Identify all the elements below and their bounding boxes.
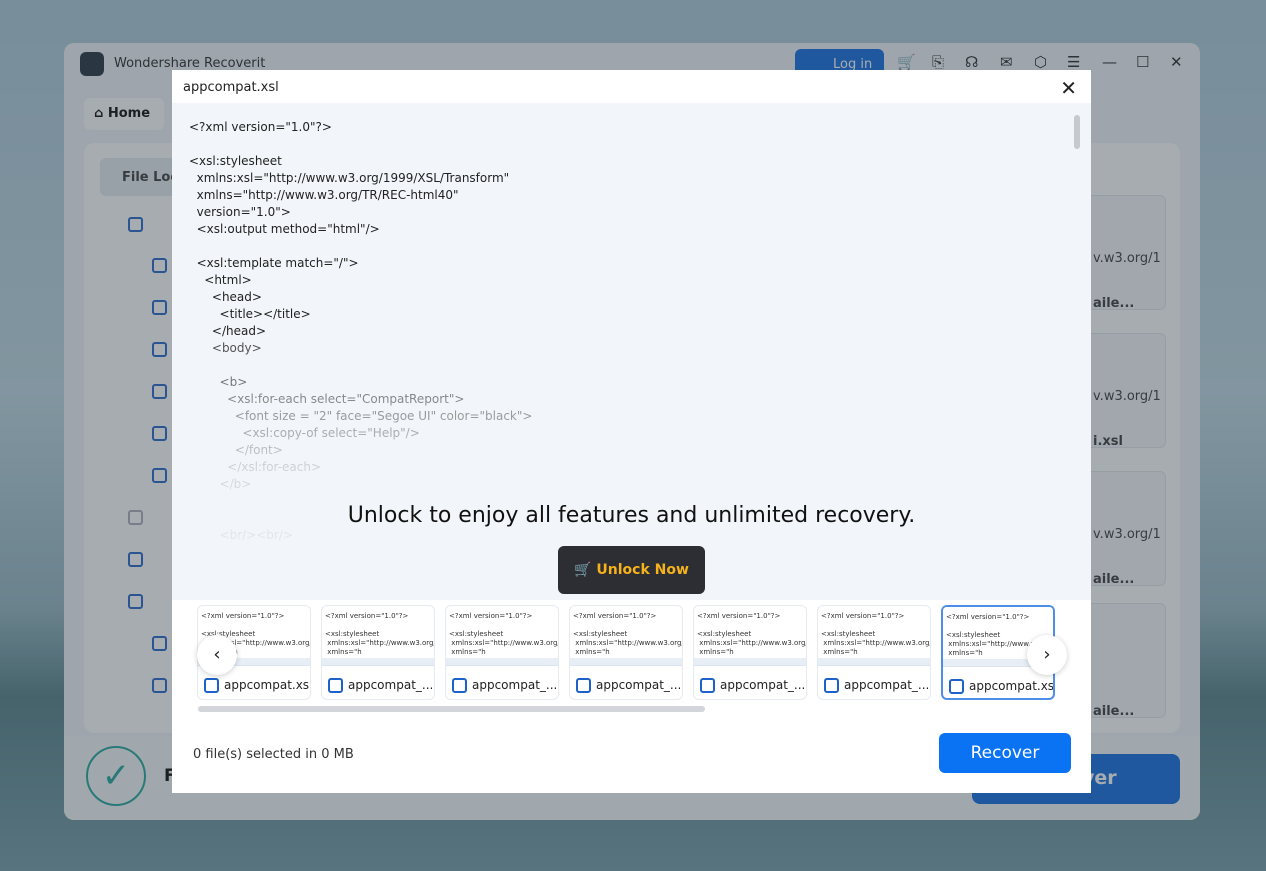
thumb-checkbox[interactable]	[576, 678, 591, 693]
selection-status: 0 file(s) selected in 0 MB	[193, 747, 354, 762]
thumb-label: appcompat.xsl	[969, 679, 1055, 693]
thumb-label: appcompat_...	[596, 678, 682, 692]
thumb-preview: <?xml version="1.0"?> <xsl:stylesheet xm…	[818, 606, 930, 658]
thumb-preview: <?xml version="1.0"?> <xsl:stylesheet xm…	[694, 606, 806, 658]
thumb-checkbox[interactable]	[949, 679, 964, 694]
thumb-checkbox[interactable]	[328, 678, 343, 693]
modal-title: appcompat.xsl	[183, 80, 279, 95]
thumb-checkbox[interactable]	[452, 678, 467, 693]
thumb-checkbox[interactable]	[700, 678, 715, 693]
next-arrow-button[interactable]: ›	[1027, 635, 1067, 675]
thumb-checkbox[interactable]	[204, 678, 219, 693]
preview-modal: appcompat.xsl ✕ <?xml version="1.0"?> <x…	[172, 70, 1091, 793]
prev-arrow-button[interactable]: ‹	[197, 635, 237, 675]
recover-button[interactable]: Recover	[939, 733, 1071, 773]
thumb-label: appcompat.xsl	[224, 678, 311, 692]
thumb-label: appcompat_...	[844, 678, 930, 692]
code-preview: <?xml version="1.0"?> <xsl:stylesheet xm…	[172, 103, 1091, 600]
thumb-preview: <?xml version="1.0"?> <xsl:stylesheet xm…	[570, 606, 682, 658]
thumbnail-card[interactable]: <?xml version="1.0"?> <xsl:stylesheet xm…	[693, 605, 807, 700]
unlock-now-button[interactable]: 🛒 Unlock Now	[558, 546, 705, 594]
close-icon[interactable]: ✕	[1060, 76, 1077, 100]
thumb-checkbox[interactable]	[824, 678, 839, 693]
thumbnail-card[interactable]: <?xml version="1.0"?> <xsl:stylesheet xm…	[445, 605, 559, 700]
thumbnail-strip: <?xml version="1.0"?> <xsl:stylesheet xm…	[197, 605, 1067, 701]
modal-header: appcompat.xsl ✕	[172, 70, 1091, 103]
thumbnail-card[interactable]: <?xml version="1.0"?> <xsl:stylesheet xm…	[321, 605, 435, 700]
thumb-preview: <?xml version="1.0"?> <xsl:stylesheet xm…	[446, 606, 558, 658]
thumb-label: appcompat_...	[472, 678, 558, 692]
unlock-message: Unlock to enjoy all features and unlimit…	[347, 503, 916, 528]
unlock-label: Unlock Now	[596, 562, 689, 578]
thumb-preview: <?xml version="1.0"?> <xsl:stylesheet xm…	[322, 606, 434, 658]
thumb-label: appcompat_...	[348, 678, 434, 692]
thumbnail-card[interactable]: <?xml version="1.0"?> <xsl:stylesheet xm…	[569, 605, 683, 700]
horizontal-scrollbar[interactable]	[198, 706, 705, 712]
vertical-scrollbar[interactable]	[1074, 115, 1080, 149]
thumbnail-card[interactable]: <?xml version="1.0"?> <xsl:stylesheet xm…	[817, 605, 931, 700]
thumb-label: appcompat_...	[720, 678, 806, 692]
